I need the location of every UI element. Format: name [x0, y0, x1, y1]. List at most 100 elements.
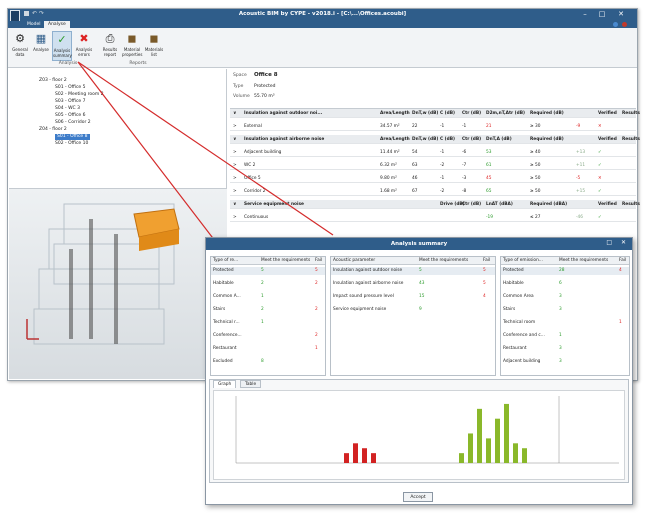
- table-cell: 3: [559, 294, 562, 299]
- table-cell: 8: [261, 359, 264, 364]
- table-cell: 3: [559, 346, 562, 351]
- header-cell[interactable]: Meet the requirements: [261, 257, 310, 265]
- table-cell: 28: [559, 268, 565, 273]
- graph-panel: Graph Table: [209, 379, 629, 483]
- table-cell: Insulation against airborne noise: [333, 281, 404, 286]
- table-cell: 5: [261, 268, 264, 273]
- table-row[interactable]: Restaurant 1: [211, 345, 325, 353]
- table-cell: 2: [315, 307, 318, 312]
- table-cell: Habitable: [503, 281, 524, 286]
- chart-bar: [513, 443, 518, 463]
- table-cell: Common A...: [213, 294, 241, 299]
- table-cell: 2: [315, 281, 318, 286]
- header-cell[interactable]: Fail: [483, 257, 490, 265]
- chart-bar: [468, 433, 473, 463]
- table-cell: 2: [261, 281, 264, 286]
- table-cell: 9: [419, 307, 422, 312]
- table-acoustic-parameter: Acoustic parameter Meet the requirements F…: [330, 256, 496, 376]
- table-row[interactable]: Impact sound pressure level 15 4: [331, 293, 495, 301]
- table-cell: 1: [559, 333, 562, 338]
- table-cell: 1: [315, 346, 318, 351]
- header-cell[interactable]: Fail: [619, 257, 626, 265]
- table-cell: 5: [483, 268, 486, 273]
- table-cell: 15: [419, 294, 425, 299]
- table-row[interactable]: Restaurant 3: [501, 345, 629, 353]
- header-cell[interactable]: Meet the requirements: [559, 257, 608, 265]
- chart-bar: [459, 453, 464, 463]
- table-row[interactable]: Excluded 8: [211, 358, 325, 366]
- table-row[interactable]: Habitable 2 2: [211, 280, 325, 288]
- table-room-type: Type of re... Meet the requirements Fail Pr…: [210, 256, 326, 376]
- table-cell: Restaurant: [503, 346, 527, 351]
- table-emission-type: Type of emission... Meet the requirements…: [500, 256, 630, 376]
- table-cell: 1: [261, 320, 264, 325]
- table-row[interactable]: Technical r... 1: [211, 319, 325, 327]
- chart-svg: [235, 396, 619, 464]
- chart-bar: [522, 448, 527, 463]
- results-chart: [213, 390, 625, 480]
- header-cell[interactable]: Fail: [315, 257, 322, 265]
- chart-bar: [504, 403, 509, 463]
- table-row[interactable]: Insulation against airborne noise 43 5: [331, 280, 495, 288]
- table-cell: 3: [559, 359, 562, 364]
- table-cell: 5: [419, 268, 422, 273]
- table-cell: Conference and c...: [503, 333, 545, 338]
- table-cell: Technical r...: [213, 320, 240, 325]
- table-row[interactable]: Stairs 2 2: [211, 306, 325, 314]
- table-row[interactable]: Conference... 2: [211, 332, 325, 340]
- table-cell: Service equipment noise: [333, 307, 387, 312]
- chart-bar: [486, 438, 491, 463]
- chart-bar: [371, 453, 376, 463]
- table-cell: 6: [559, 281, 562, 286]
- table-cell: 3: [559, 307, 562, 312]
- table-cell: Protected: [503, 268, 524, 273]
- dialog-close-button[interactable]: ✕: [621, 239, 626, 246]
- table-header: Type of re... Meet the requirements Fail: [211, 257, 325, 265]
- table-cell: Stairs: [503, 307, 516, 312]
- chart-bar: [362, 448, 367, 463]
- header-cell[interactable]: Type of emission...: [503, 257, 543, 265]
- table-header: Acoustic parameter Meet the requirements F…: [331, 257, 495, 265]
- header-cell[interactable]: Meet the requirements: [419, 257, 468, 265]
- table-row[interactable]: Service equipment noise 9: [331, 306, 495, 314]
- table-cell: 5: [483, 281, 486, 286]
- table-cell: Protected: [213, 268, 234, 273]
- table-cell: Excluded: [213, 359, 233, 364]
- table-row[interactable]: Protected 28 4: [501, 267, 629, 275]
- table-cell: Technical room: [503, 320, 536, 325]
- table-cell: Conference...: [213, 333, 242, 338]
- table-cell: 1: [261, 294, 264, 299]
- table-row[interactable]: Common A... 1: [211, 293, 325, 301]
- chart-bar: [495, 418, 500, 463]
- table-cell: Impact sound pressure level: [333, 294, 394, 299]
- table-row[interactable]: Protected 5 5: [211, 267, 325, 275]
- table-row[interactable]: Technical room 1: [501, 319, 629, 327]
- table-cell: 5: [315, 268, 318, 273]
- table-cell: Insulation against outdoor noise: [333, 268, 403, 273]
- table-cell: 43: [419, 281, 425, 286]
- table-row[interactable]: Stairs 3: [501, 306, 629, 314]
- table-row[interactable]: Common Area 3: [501, 293, 629, 301]
- chart-bar: [477, 408, 482, 463]
- table-cell: Restaurant: [213, 346, 237, 351]
- table-cell: Habitable: [213, 281, 234, 286]
- header-cell[interactable]: Type of re...: [213, 257, 238, 265]
- accept-button[interactable]: Accept: [403, 492, 433, 502]
- table-cell: Common Area: [503, 294, 534, 299]
- chart-bar: [353, 443, 358, 463]
- chart-bar: [344, 453, 349, 463]
- table-cell: 1: [619, 320, 622, 325]
- tab-table[interactable]: Table: [240, 380, 262, 388]
- table-header: Type of emission... Meet the requirements…: [501, 257, 629, 265]
- table-row[interactable]: Conference and c... 1: [501, 332, 629, 340]
- table-cell: 4: [619, 268, 622, 273]
- table-row[interactable]: Insulation against outdoor noise 5 5: [331, 267, 495, 275]
- header-cell[interactable]: Acoustic parameter: [333, 257, 375, 265]
- table-row[interactable]: Adjacent building 3: [501, 358, 629, 366]
- table-row[interactable]: Habitable 6: [501, 280, 629, 288]
- dialog-title: Analysis summary: [206, 238, 632, 250]
- table-cell: 4: [483, 294, 486, 299]
- table-cell: Adjacent building: [503, 359, 541, 364]
- dialog-maximize-button[interactable]: □: [606, 239, 612, 246]
- tab-graph[interactable]: Graph: [213, 380, 237, 388]
